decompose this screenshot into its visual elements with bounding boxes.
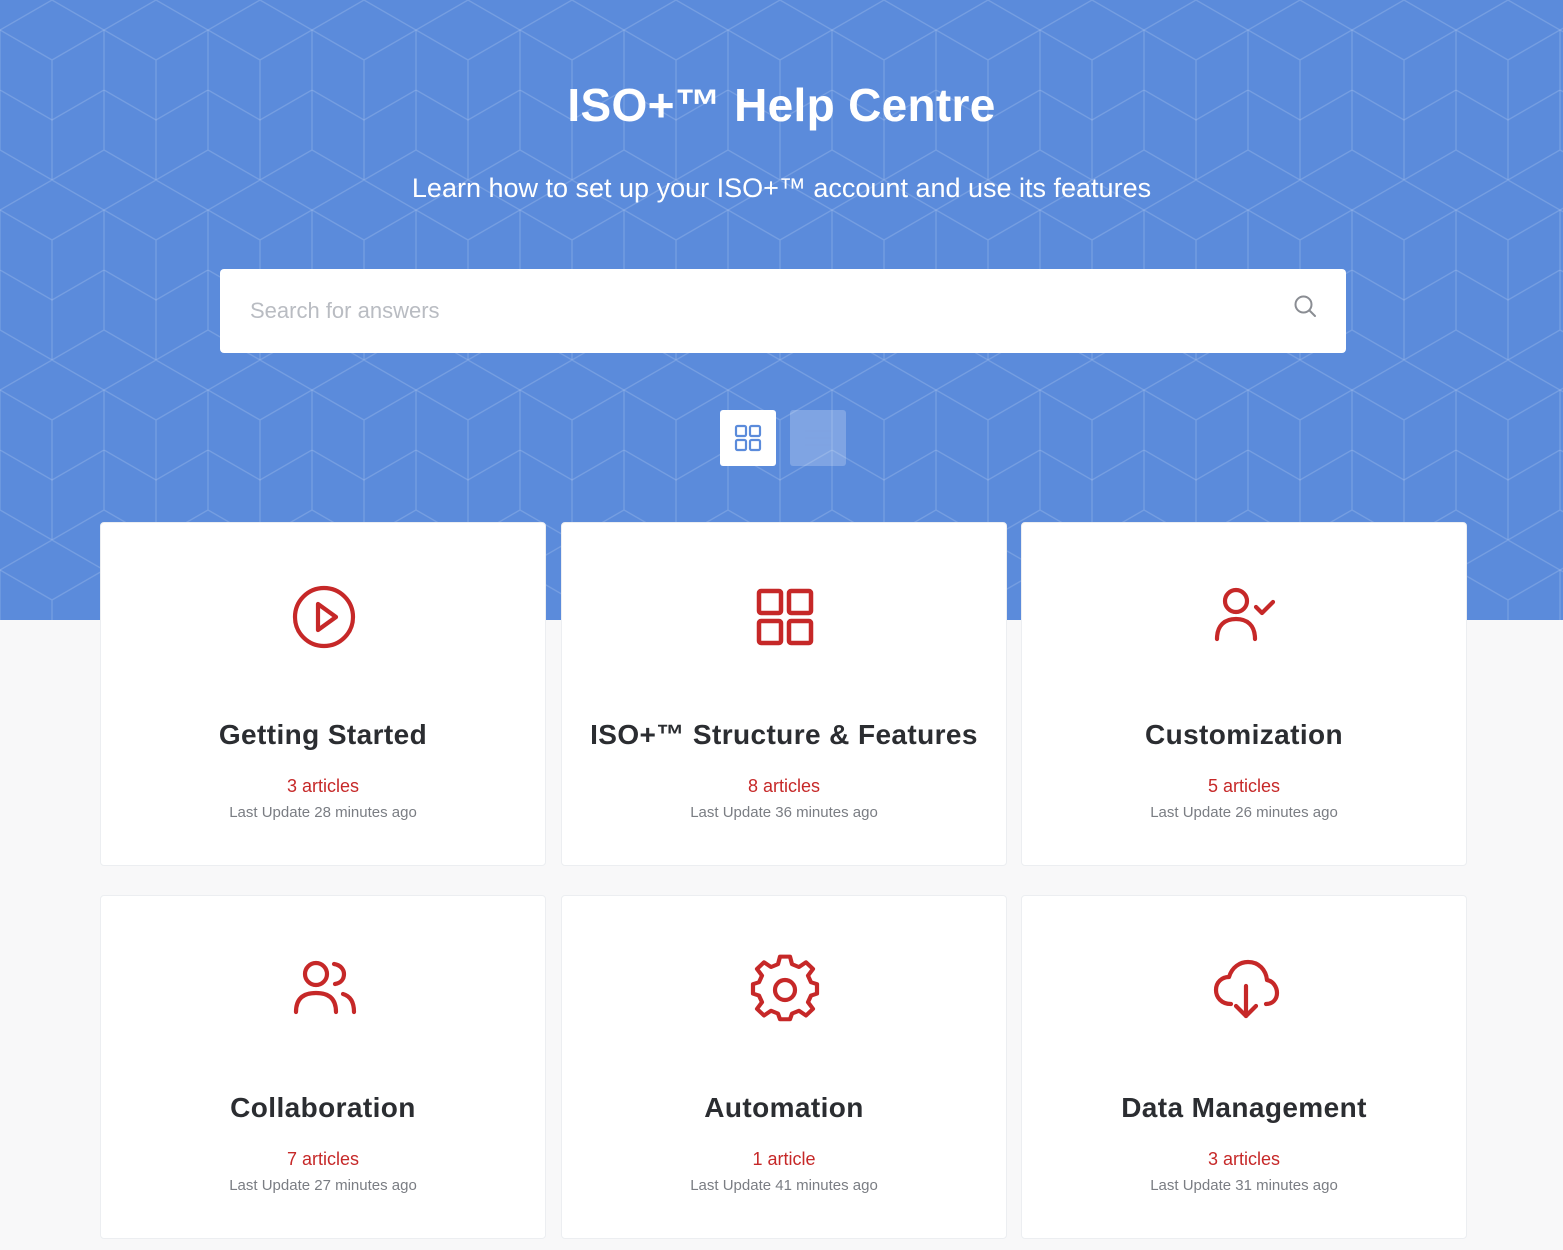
grid-view-icon: [734, 424, 762, 452]
last-update: Last Update 28 minutes ago: [229, 804, 417, 821]
search-icon[interactable]: [1292, 293, 1318, 319]
user-check-icon: [1214, 587, 1276, 642]
last-update: Last Update 36 minutes ago: [690, 804, 878, 821]
last-update: Last Update 27 minutes ago: [229, 1177, 417, 1194]
category-title: ISO+™ Structure & Features: [590, 719, 978, 750]
article-count: 5 articles: [1207, 776, 1281, 796]
cloud-download-icon: [1213, 959, 1280, 1019]
category-card-getting-started[interactable]: Getting Started 3 articles Last Update 2…: [100, 522, 546, 866]
category-card-data-management[interactable]: Data Management 3 articles Last Update 3…: [1021, 895, 1467, 1239]
grid-squares-icon: [756, 588, 814, 646]
category-title: Data Management: [1121, 1092, 1367, 1123]
users-icon: [293, 960, 357, 1015]
article-count: 7 articles: [286, 1149, 360, 1169]
article-count: 3 articles: [1207, 1149, 1281, 1169]
category-title: Getting Started: [218, 719, 428, 750]
category-card-structure-features[interactable]: ISO+™ Structure & Features 8 articles La…: [561, 522, 1007, 866]
last-update: Last Update 26 minutes ago: [1150, 804, 1338, 821]
article-count: 1 article: [752, 1149, 816, 1169]
category-title: Automation: [704, 1092, 864, 1123]
category-card-automation[interactable]: Automation 1 article Last Update 41 minu…: [561, 895, 1007, 1239]
article-count: 8 articles: [747, 776, 821, 796]
list-view-icon: [804, 429, 832, 447]
search-input[interactable]: [220, 269, 1280, 353]
last-update: Last Update 41 minutes ago: [690, 1177, 878, 1194]
play-circle-icon: [292, 585, 356, 649]
list-view-button[interactable]: [790, 410, 846, 466]
gear-icon: [750, 954, 820, 1022]
category-card-collaboration[interactable]: Collaboration 7 articles Last Update 27 …: [100, 895, 546, 1239]
article-count: 3 articles: [286, 776, 360, 796]
page-title: ISO+™ Help Centre: [567, 79, 996, 131]
page-subtitle: Learn how to set up your ISO+™ account a…: [411, 173, 1152, 203]
last-update: Last Update 31 minutes ago: [1150, 1177, 1338, 1194]
search-bar: [220, 269, 1346, 353]
category-title: Customization: [1144, 719, 1344, 750]
category-title: Collaboration: [230, 1092, 416, 1123]
category-card-customization[interactable]: Customization 5 articles Last Update 26 …: [1021, 522, 1467, 866]
grid-view-button[interactable]: [720, 410, 776, 466]
